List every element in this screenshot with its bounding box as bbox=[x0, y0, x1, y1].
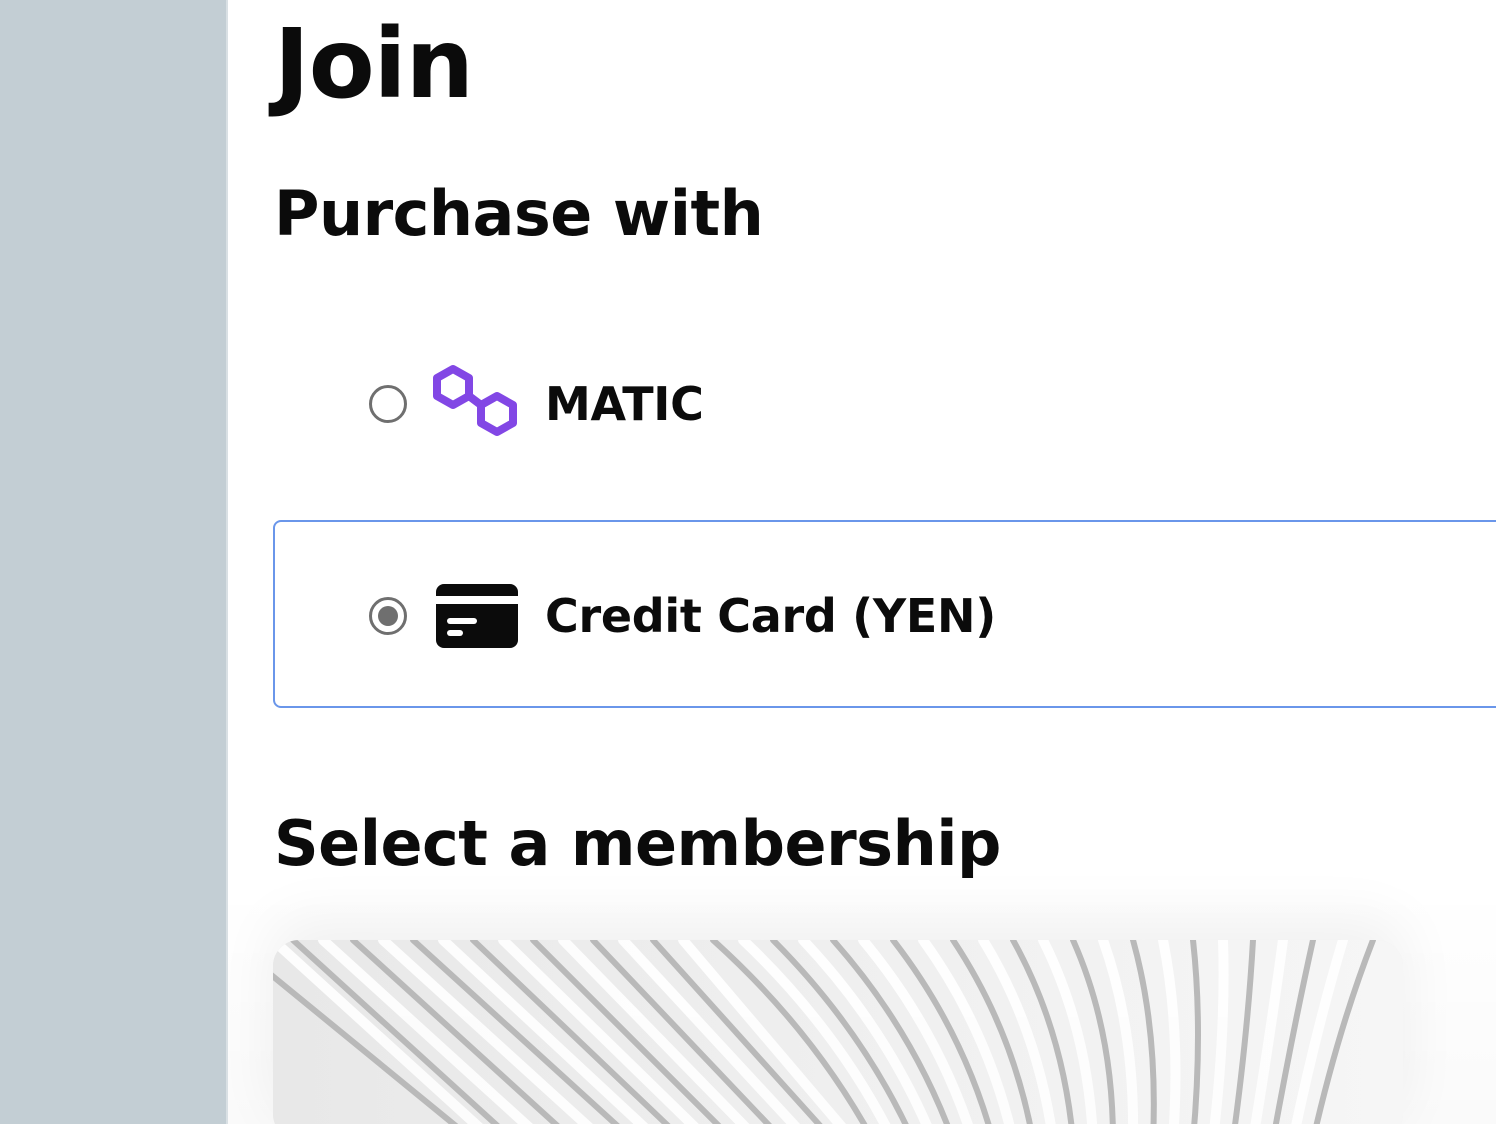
payment-option-matic[interactable]: MATIC bbox=[273, 308, 1496, 496]
main-panel: Join Purchase with MATIC Credit Card (YE… bbox=[228, 0, 1496, 1124]
sidebar bbox=[0, 0, 226, 1124]
credit-card-radio[interactable] bbox=[369, 597, 407, 635]
matic-label: MATIC bbox=[545, 377, 704, 431]
matic-radio[interactable] bbox=[369, 385, 407, 423]
credit-card-label: Credit Card (YEN) bbox=[545, 589, 996, 643]
membership-card-wave-image bbox=[273, 940, 1403, 1124]
page-title: Join bbox=[274, 8, 474, 120]
membership-card[interactable] bbox=[273, 940, 1403, 1124]
purchase-with-heading: Purchase with bbox=[274, 177, 764, 250]
polygon-matic-icon bbox=[433, 365, 517, 436]
payment-option-credit-card[interactable]: Credit Card (YEN) bbox=[273, 520, 1496, 708]
select-membership-heading: Select a membership bbox=[274, 807, 1001, 880]
credit-card-icon bbox=[436, 584, 518, 648]
